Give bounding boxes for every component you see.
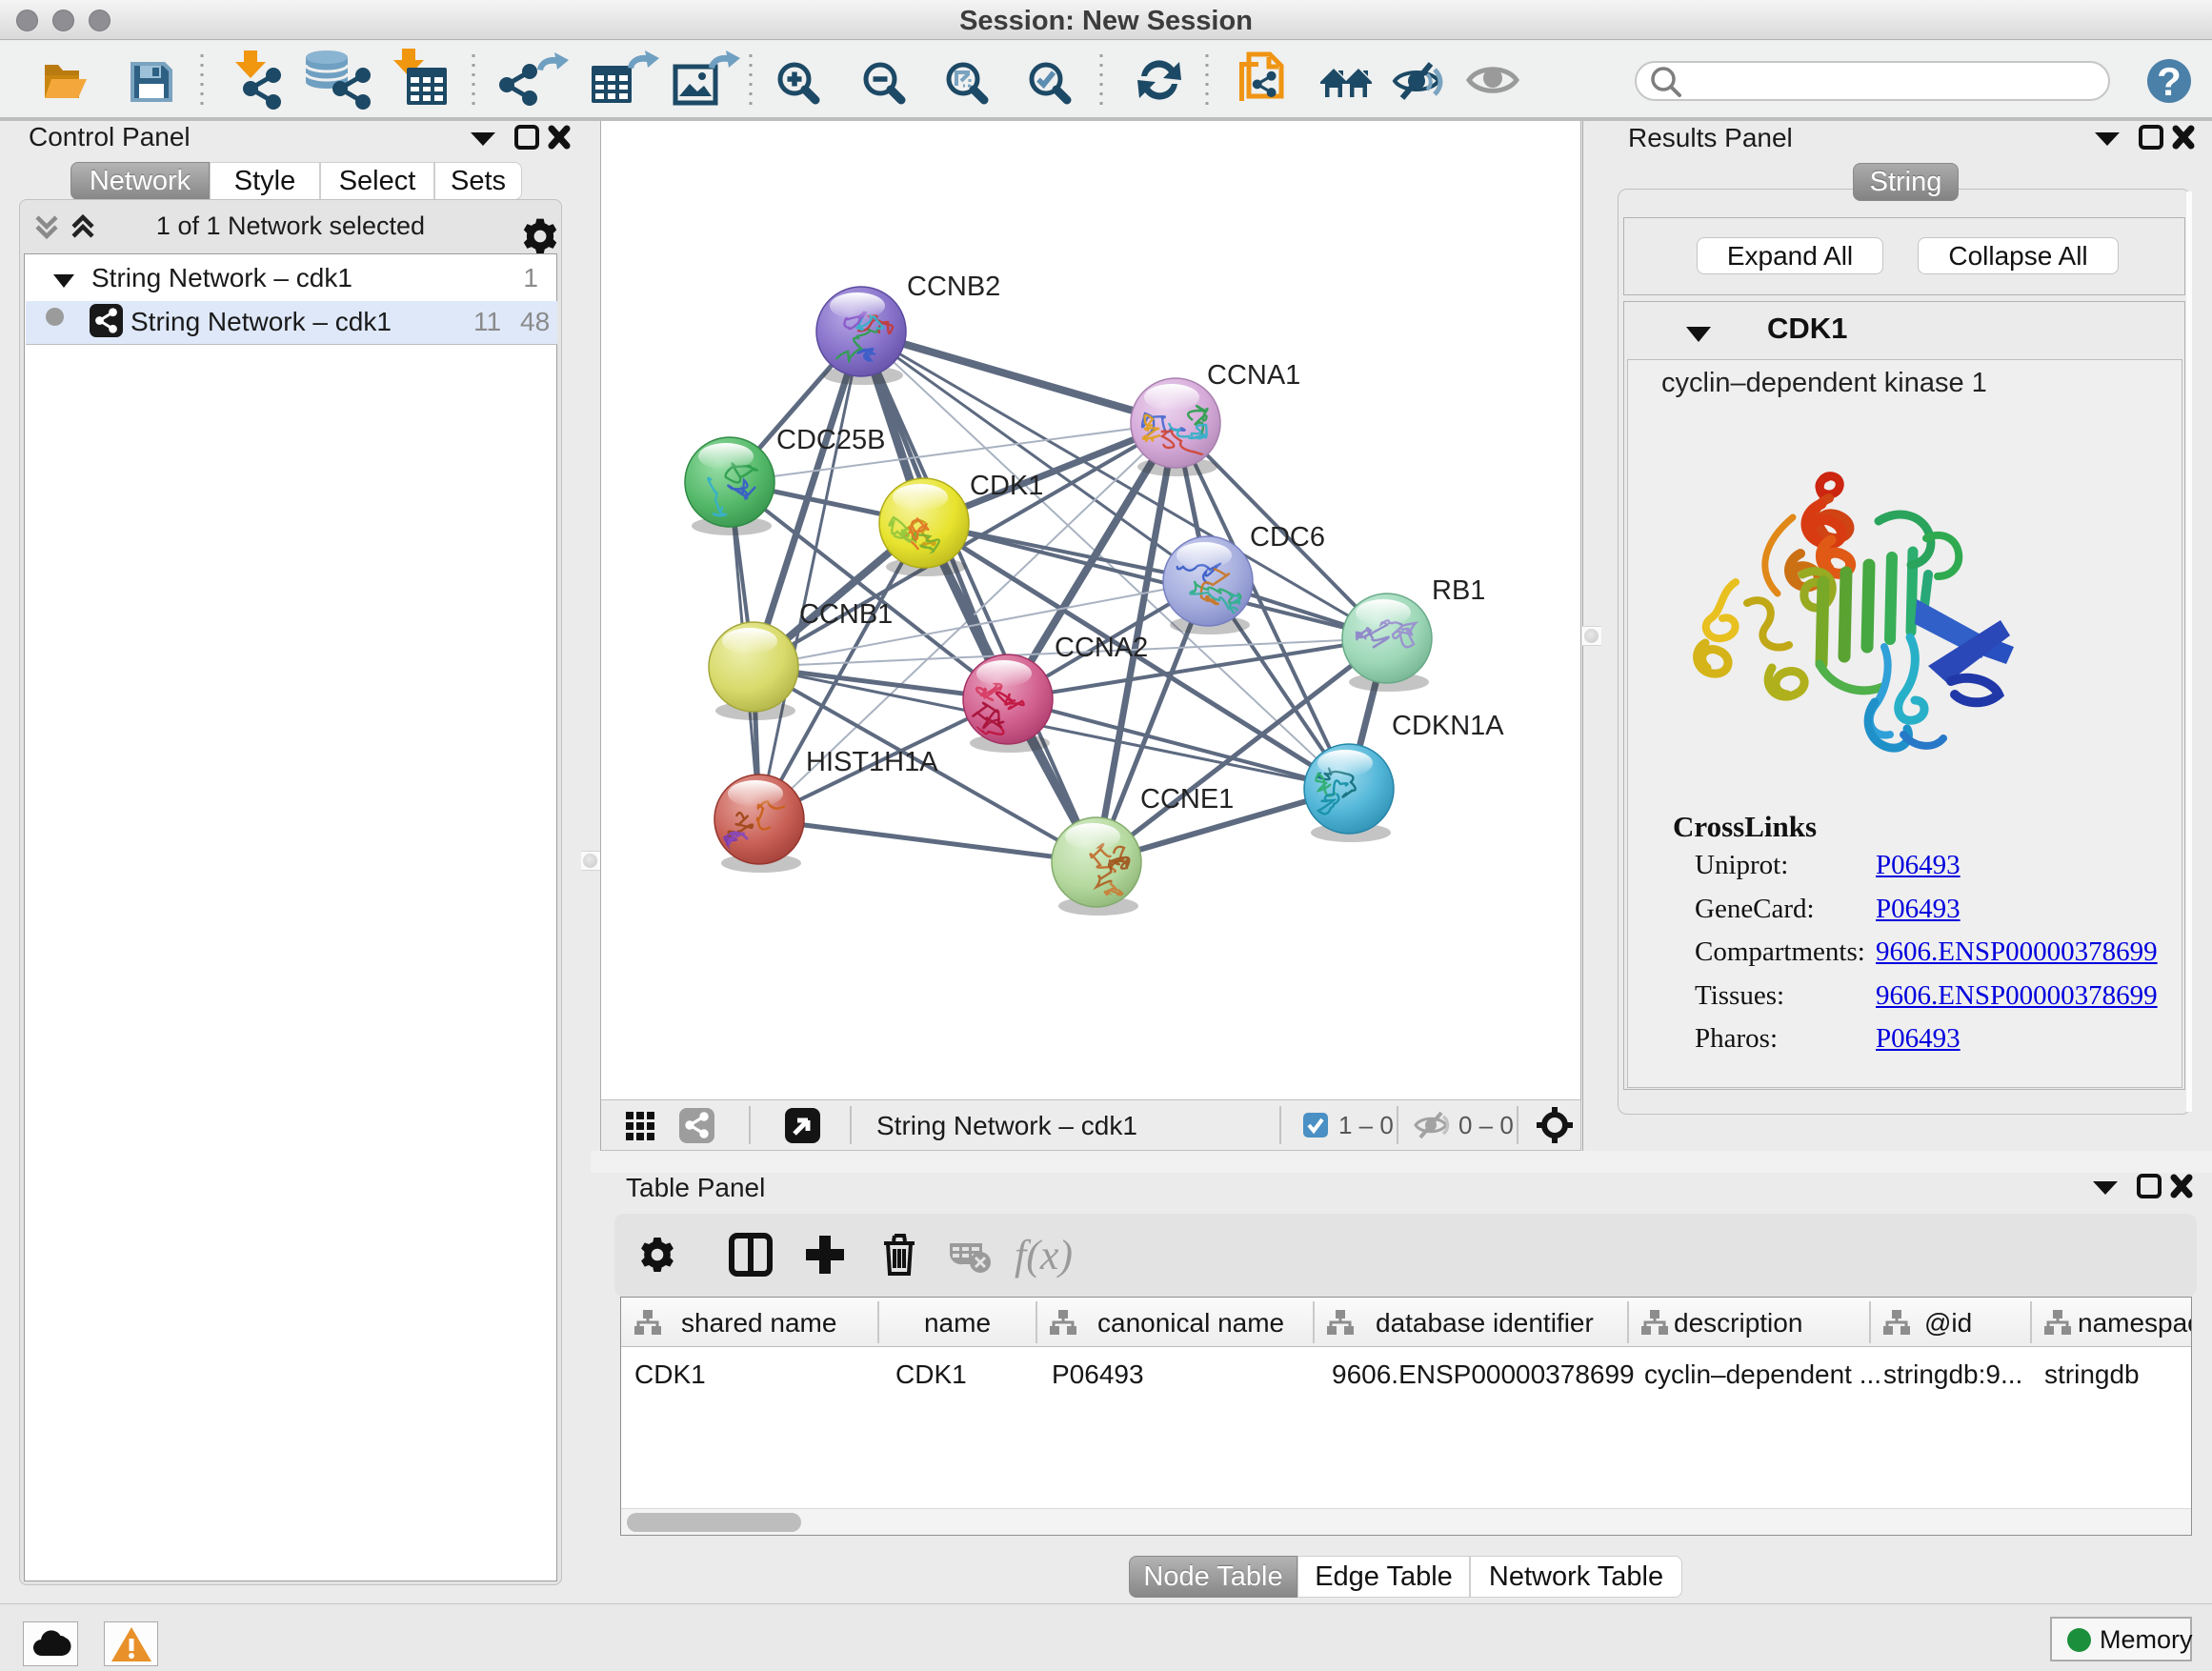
- svg-text:P06493: P06493: [1052, 1359, 1144, 1389]
- svg-text:CCNA1: CCNA1: [1207, 360, 1300, 391]
- svg-text:name: name: [924, 1308, 991, 1338]
- svg-text:CCNA2: CCNA2: [1055, 633, 1148, 663]
- svg-text:stringdb:9...: stringdb:9...: [1883, 1359, 2022, 1389]
- svg-text:RB1: RB1: [1432, 575, 1485, 606]
- svg-text:@id: @id: [1924, 1308, 1972, 1338]
- svg-text:CDK1: CDK1: [634, 1359, 706, 1389]
- svg-text:CCNB2: CCNB2: [907, 272, 1000, 302]
- svg-text:CDKN1A: CDKN1A: [1392, 711, 1504, 741]
- svg-text:String Network – cdk1: String Network – cdk1: [876, 1111, 1137, 1140]
- svg-text:f(x): f(x): [1015, 1232, 1073, 1278]
- svg-text:canonical name: canonical name: [1097, 1308, 1284, 1338]
- svg-text:CDK1: CDK1: [970, 471, 1043, 501]
- svg-text:CDC6: CDC6: [1250, 522, 1325, 553]
- svg-text:cyclin–dependent ...: cyclin–dependent ...: [1644, 1359, 1881, 1389]
- svg-text:CCNE1: CCNE1: [1140, 784, 1234, 815]
- svg-text:9606.ENSP00000378699: 9606.ENSP00000378699: [1332, 1359, 1635, 1389]
- svg-text:?: ?: [2157, 59, 2182, 104]
- svg-text:CDC25B: CDC25B: [776, 425, 885, 455]
- svg-text:CCNB1: CCNB1: [799, 599, 893, 630]
- svg-text:CDK1: CDK1: [895, 1359, 967, 1389]
- svg-text:1 – 0: 1 – 0: [1338, 1111, 1394, 1139]
- svg-text:namespac: namespac: [2078, 1308, 2191, 1338]
- svg-text:database identifier: database identifier: [1376, 1308, 1594, 1338]
- svg-text:description: description: [1674, 1308, 1802, 1338]
- svg-text:stringdb: stringdb: [2044, 1359, 2140, 1389]
- svg-text:0 – 0: 0 – 0: [1458, 1111, 1514, 1139]
- svg-text:HIST1H1A: HIST1H1A: [806, 747, 938, 777]
- svg-text:shared name: shared name: [681, 1308, 836, 1338]
